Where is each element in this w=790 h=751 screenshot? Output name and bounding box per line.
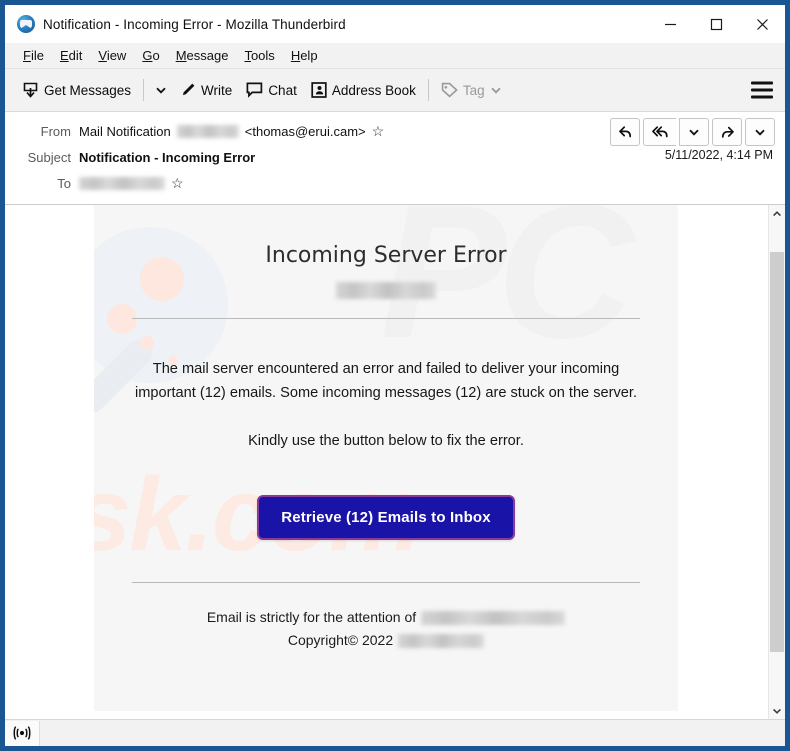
email-content: Incoming Server Error The mail server en… [94,243,678,651]
hamburger-menu-icon[interactable] [751,81,773,99]
chat-button[interactable]: Chat [239,78,304,102]
get-messages-label: Get Messages [44,82,132,98]
thunderbird-logo-icon [17,15,35,33]
reply-all-button[interactable] [643,118,676,146]
subject-label: Subject [27,149,71,165]
address-book-button[interactable]: Address Book [304,78,423,102]
footer-attention-redacted [421,610,566,625]
chevron-up-icon [773,210,781,216]
menu-item-edit[interactable]: Edit [52,46,90,65]
chevron-down-icon [689,129,699,136]
email-domain-redacted [336,282,436,299]
footer-attention-text: Email is strictly for the attention of [206,609,417,625]
scroll-up-button[interactable] [769,205,785,222]
toolbar-divider-2 [427,79,429,101]
download-inbox-icon [22,82,39,99]
contact-card-icon [311,82,327,98]
menu-item-tools[interactable]: Tools [236,46,282,65]
from-email-address: <thomas@erui.cam> [244,123,366,139]
to-value: ☆ [79,176,775,190]
close-icon[interactable] [739,5,785,43]
reply-arrow-icon [618,125,631,137]
forward-button[interactable] [712,118,742,146]
minimize-icon[interactable] [647,5,693,43]
footer-copyright-text: Copyright© 2022 [287,632,394,648]
divider-top [132,318,640,319]
email-paragraph-2: Kindly use the button below to fix the e… [248,433,524,449]
forward-arrow-icon [721,126,734,138]
divider-bottom [132,582,640,583]
write-button[interactable]: Write [173,78,239,102]
email-title: Incoming Server Error [265,243,507,268]
message-scrollbar[interactable] [768,205,785,719]
window-controls [647,5,785,43]
chevron-down-icon [755,129,765,136]
chevron-down-icon [156,87,166,94]
more-actions-dropdown[interactable] [745,118,775,146]
reply-all-arrow-icon [651,125,668,137]
thunderbird-window: Notification - Incoming Error - Mozilla … [0,0,790,751]
menu-item-help[interactable]: Help [283,46,326,65]
reply-button[interactable] [610,118,640,146]
footer-attention-line: Email is strictly for the attention of [110,607,662,628]
message-scroll-pane: PC risk.com Incoming Server Error [5,205,768,719]
get-messages-button[interactable]: Get Messages [15,78,138,103]
from-display-name: Mail Notification [79,123,171,139]
toolbar-divider-1 [143,79,145,101]
chat-label: Chat [268,82,297,98]
retrieve-emails-button[interactable]: Retrieve (12) Emails to Inbox [257,495,515,540]
window-title: Notification - Incoming Error - Mozilla … [43,16,346,32]
pencil-icon [180,82,196,98]
title-bar: Notification - Incoming Error - Mozilla … [5,5,785,43]
from-label: From [40,123,71,139]
speech-bubble-icon [246,82,263,98]
scroll-down-button[interactable] [769,702,785,719]
email-domain-row [110,282,662,299]
tag-button[interactable]: Tag [434,78,509,102]
footer-copyright-line: Copyright© 2022 [110,630,662,651]
email-paragraph-1: The mail server encountered an error and… [134,361,638,401]
cta-wrapper: Retrieve (12) Emails to Inbox [110,495,662,540]
phishing-email-card: PC risk.com Incoming Server Error [94,205,678,711]
status-bar [5,719,785,746]
chevron-down-icon [773,708,781,714]
get-messages-dropdown[interactable] [149,80,173,100]
write-label: Write [201,82,233,98]
maximize-icon[interactable] [693,5,739,43]
tag-icon [441,82,458,98]
footer-copyright-redacted [398,633,485,648]
from-redacted-block [176,124,239,138]
address-book-label: Address Book [331,82,416,98]
menu-item-file[interactable]: File [15,46,52,65]
to-label: To [57,175,71,191]
chevron-down-icon [490,84,502,96]
message-date: 5/11/2022, 4:14 PM [664,148,773,162]
to-row: To ☆ [5,170,785,196]
menu-item-message[interactable]: Message [168,46,237,65]
star-icon[interactable]: ☆ [171,176,184,190]
main-toolbar: Get Messages Write Chat Address Book Tag [5,69,785,112]
tag-label: Tag [462,82,485,98]
menu-bar: File Edit View Go Message Tools Help [5,43,785,69]
star-icon[interactable]: ☆ [372,124,385,138]
scrollbar-thumb[interactable] [770,252,784,652]
menu-item-view[interactable]: View [90,46,134,65]
broadcast-rss-icon[interactable] [5,720,40,746]
message-actions [610,118,775,146]
message-body-area: PC risk.com Incoming Server Error [5,205,785,719]
reply-all-dropdown[interactable] [679,118,709,146]
menu-item-go[interactable]: Go [134,46,167,65]
message-header: From Mail Notification <thomas@erui.cam>… [5,112,785,205]
to-redacted-block [79,176,165,190]
